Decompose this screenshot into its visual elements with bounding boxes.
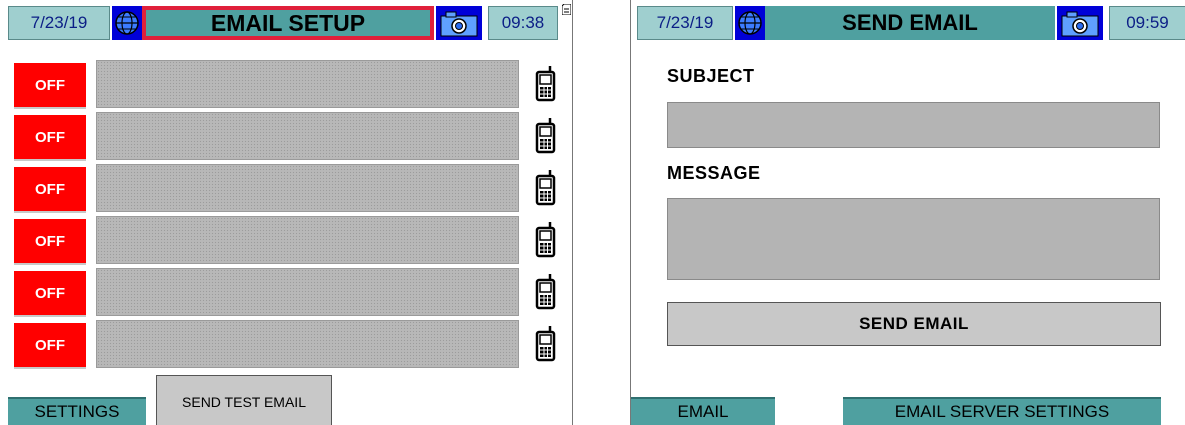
email-address-field-3[interactable] [96,164,519,212]
email-address-field-2[interactable] [96,112,519,160]
message-label: MESSAGE [667,163,761,183]
email-toggle-1[interactable]: OFF [14,63,86,109]
send-email-screen: 7/23/19 SEND EMAIL 09:59 SUBJECT MESSAGE… [630,0,1185,425]
sd-card-icon [561,2,572,20]
phone-icon[interactable] [535,326,557,362]
message-input[interactable] [667,198,1160,280]
email-tab[interactable]: EMAIL [631,397,775,425]
phone-icon[interactable] [535,66,557,102]
email-toggle-2[interactable]: OFF [14,115,86,161]
camera-icon[interactable] [1057,6,1103,40]
globe-icon[interactable] [735,6,765,40]
subject-input[interactable] [667,102,1160,148]
settings-tab[interactable]: SETTINGS [8,397,146,425]
page-title: SEND EMAIL [765,6,1055,40]
time-display: 09:59 [1109,6,1185,40]
date-display: 7/23/19 [8,6,110,40]
email-toggle-5[interactable]: OFF [14,271,86,317]
phone-icon[interactable] [535,118,557,154]
time-display: 09:38 [488,6,558,40]
email-address-field-4[interactable] [96,216,519,264]
date-display: 7/23/19 [637,6,733,40]
phone-icon[interactable] [535,274,557,310]
email-toggle-6[interactable]: OFF [14,323,86,369]
email-toggle-4[interactable]: OFF [14,219,86,265]
send-test-email-button[interactable]: SEND TEST EMAIL [156,375,332,425]
email-address-field-1[interactable] [96,60,519,108]
email-address-field-6[interactable] [96,320,519,368]
email-toggle-3[interactable]: OFF [14,167,86,213]
subject-label: SUBJECT [667,66,755,86]
camera-icon[interactable] [436,6,482,40]
email-setup-screen: 7/23/19 EMAIL SETUP 09:38 OFF OFF OFF OF… [0,0,573,425]
phone-icon[interactable] [535,170,557,206]
page-title: EMAIL SETUP [142,6,434,40]
phone-icon[interactable] [535,222,557,258]
email-server-settings-tab[interactable]: EMAIL SERVER SETTINGS [843,397,1161,425]
globe-icon[interactable] [112,6,142,40]
email-address-field-5[interactable] [96,268,519,316]
send-email-button[interactable]: SEND EMAIL [667,302,1161,346]
